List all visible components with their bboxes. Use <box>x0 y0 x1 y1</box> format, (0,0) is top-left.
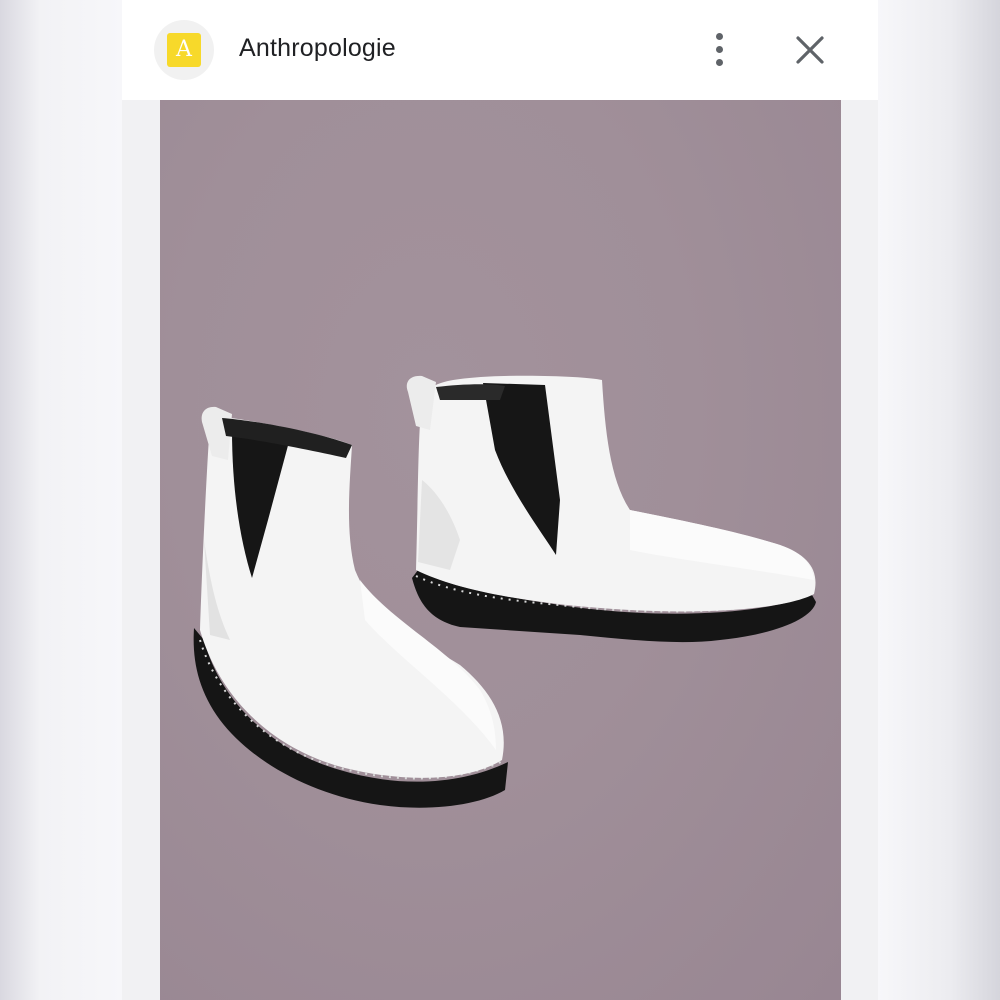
right-boot <box>406 375 816 643</box>
boots-illustration <box>193 375 816 808</box>
favicon-letter: A <box>167 33 201 67</box>
close-icon <box>796 36 824 64</box>
preview-sheet: A Anthropologie <box>122 0 878 1000</box>
preview-header: A Anthropologie <box>122 0 878 100</box>
more-vert-icon <box>716 33 723 40</box>
site-title: Anthropologie <box>239 34 396 62</box>
close-button[interactable] <box>792 32 828 68</box>
product-image[interactable] <box>160 100 841 1000</box>
more-options-button[interactable] <box>706 30 734 70</box>
site-favicon: A <box>154 20 214 80</box>
